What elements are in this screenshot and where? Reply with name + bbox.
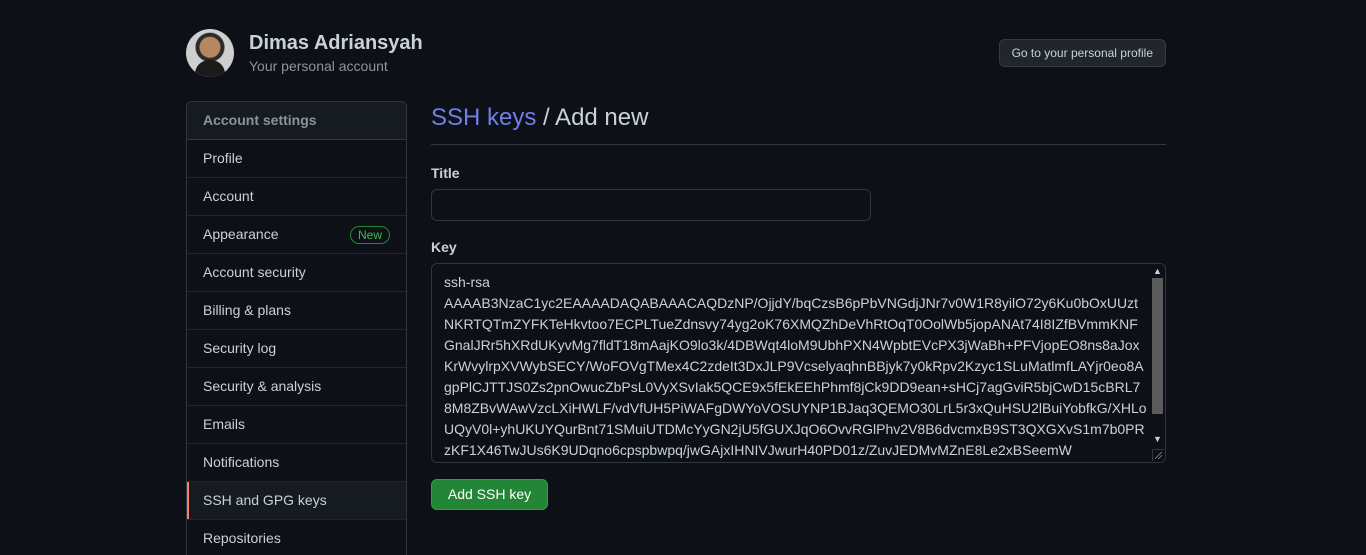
key-label: Key [431, 239, 457, 255]
sidebar-item-label: Security log [203, 340, 277, 356]
key-scrollbar[interactable]: ▲ ▼ [1150, 264, 1165, 462]
sidebar-item-label: Emails [203, 416, 246, 432]
sidebar-heading: Account settings [187, 102, 406, 140]
scroll-thumb[interactable] [1152, 278, 1163, 414]
key-text: ssh-rsa AAAAB3NzaC1yc2EAAAADAQABAAACAQDz… [444, 274, 1147, 458]
title-input[interactable] [431, 189, 871, 221]
scroll-down-icon[interactable]: ▼ [1152, 434, 1163, 444]
breadcrumb-current: / Add new [536, 104, 649, 131]
sidebar-item-security-log[interactable]: Security log [187, 330, 406, 368]
user-name: Dimas Adriansyah [249, 32, 423, 54]
key-textarea[interactable]: ssh-rsa AAAAB3NzaC1yc2EAAAADAQABAAACAQDz… [431, 263, 1166, 463]
sidebar-item-label: SSH and GPG keys [203, 492, 327, 508]
sidebar-item-label: Account security [203, 264, 306, 280]
new-badge: New [349, 226, 390, 244]
ssh-key-form: SSH keys / Add new Title Key ssh-rsa AAA… [431, 101, 1166, 510]
sidebar-item-label: Account [203, 188, 254, 204]
account-header: Dimas Adriansyah Your personal account G… [186, 29, 1166, 79]
sidebar-item-security-analysis[interactable]: Security & analysis [187, 368, 406, 406]
page-title: SSH keys / Add new [431, 101, 1166, 145]
sidebar-item-ssh-gpg-keys[interactable]: SSH and GPG keys [187, 482, 406, 520]
sidebar-item-label: Security & analysis [203, 378, 322, 394]
avatar[interactable] [186, 29, 234, 77]
sidebar-item-account-security[interactable]: Account security [187, 254, 406, 292]
sidebar-item-profile[interactable]: Profile [187, 140, 406, 178]
add-ssh-key-button[interactable]: Add SSH key [431, 479, 548, 510]
sidebar-item-label: Billing & plans [203, 302, 291, 318]
sidebar-item-label: Appearance [203, 226, 279, 242]
personal-profile-button[interactable]: Go to your personal profile [998, 39, 1166, 67]
sidebar-item-appearance[interactable]: Appearance New [187, 216, 406, 254]
sidebar-item-notifications[interactable]: Notifications [187, 444, 406, 482]
breadcrumb-ssh-keys-link[interactable]: SSH keys [431, 104, 536, 131]
sidebar-item-label: Profile [203, 150, 243, 166]
sidebar-item-label: Repositories [203, 530, 281, 546]
account-type-label: Your personal account [249, 58, 388, 74]
sidebar-item-repositories[interactable]: Repositories [187, 520, 406, 555]
sidebar-item-billing[interactable]: Billing & plans [187, 292, 406, 330]
scroll-up-icon[interactable]: ▲ [1152, 266, 1163, 276]
sidebar-item-account[interactable]: Account [187, 178, 406, 216]
sidebar-item-label: Notifications [203, 454, 280, 470]
settings-sidebar: Account settings Profile Account Appeara… [186, 101, 407, 555]
sidebar-item-emails[interactable]: Emails [187, 406, 406, 444]
resize-handle-icon[interactable] [1152, 449, 1164, 461]
title-label: Title [431, 165, 460, 181]
